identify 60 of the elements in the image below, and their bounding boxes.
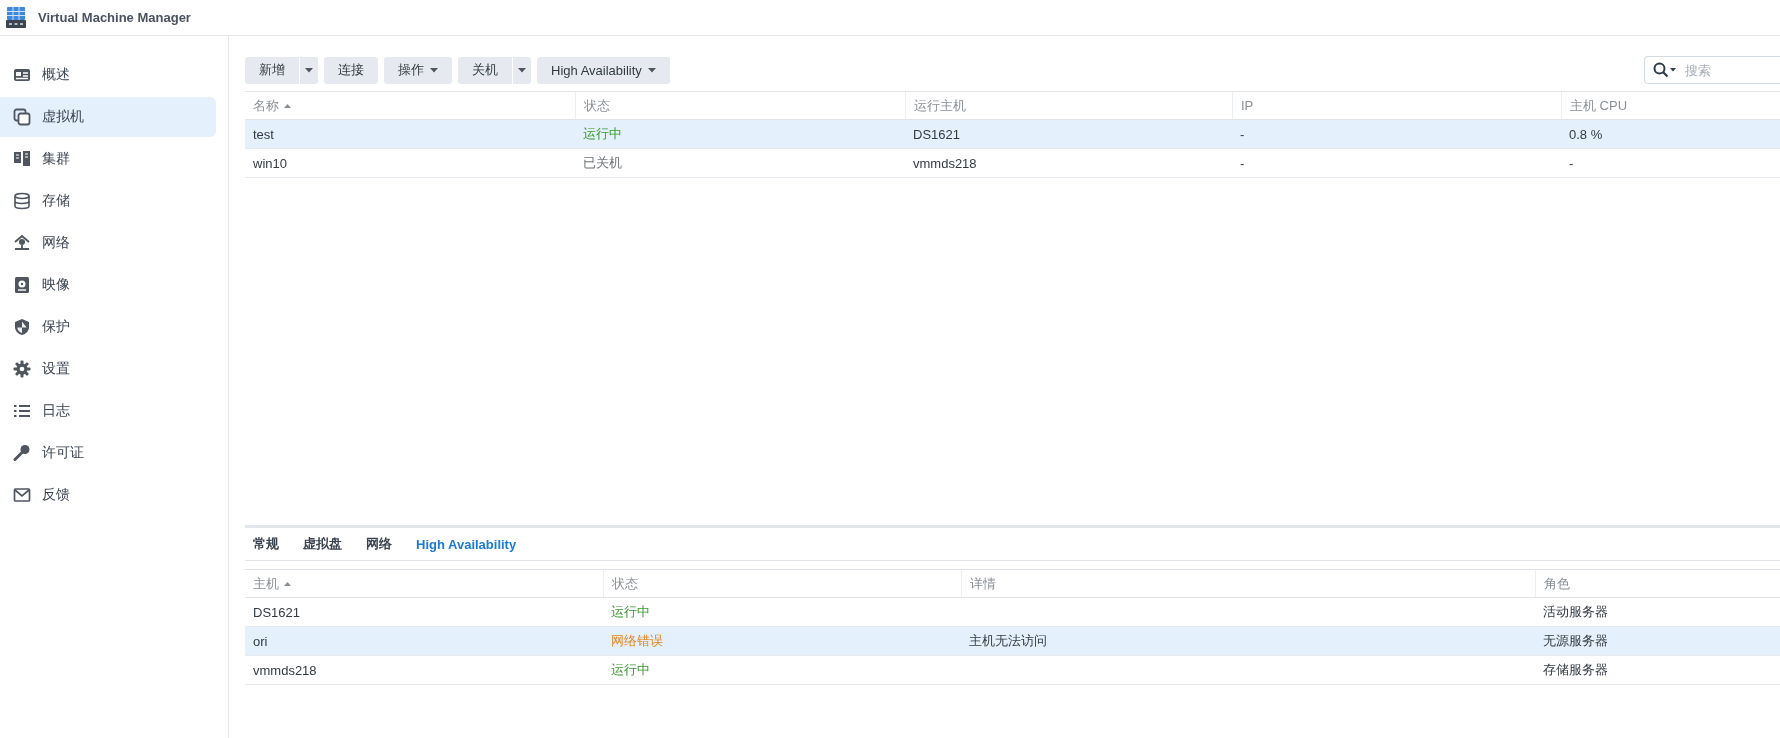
shield-icon xyxy=(13,318,31,336)
caret-icon xyxy=(518,67,526,73)
table-cell: win10 xyxy=(245,149,575,178)
caret-icon xyxy=(305,67,313,73)
list-icon xyxy=(13,402,31,420)
table-cell: - xyxy=(1232,149,1561,178)
table-cell: DS1621 xyxy=(905,120,1232,149)
table-cell: test xyxy=(245,120,575,149)
sidebar-item[interactable]: 存储 xyxy=(0,181,216,221)
table-cell: 运行中 xyxy=(575,120,905,149)
app-logo-icon xyxy=(6,6,26,29)
table-cell: ori xyxy=(245,627,603,656)
database-icon xyxy=(13,192,31,210)
sidebar-item[interactable]: 反馈 xyxy=(0,475,216,515)
tab[interactable]: 网络 xyxy=(366,527,392,561)
sort-arrow-icon xyxy=(284,103,291,108)
sidebar-item[interactable]: 日志 xyxy=(0,391,216,431)
caret-icon xyxy=(647,67,656,73)
window-title: Virtual Machine Manager xyxy=(38,10,191,25)
gear-icon xyxy=(13,360,31,378)
envelope-icon xyxy=(13,486,31,504)
table-cell: 0.8 % xyxy=(1561,120,1780,149)
dropdown-button[interactable] xyxy=(513,56,531,84)
toolbar-button[interactable]: 连接 xyxy=(324,56,378,84)
sidebar-item[interactable]: 设置 xyxy=(0,349,216,389)
table-cell: 主机无法访问 xyxy=(961,627,1535,656)
sidebar-item[interactable]: 网络 xyxy=(0,223,216,263)
toolbar-button[interactable]: 关机 xyxy=(458,56,512,84)
table-cell: vmmds218 xyxy=(245,656,603,685)
sort-arrow-icon xyxy=(284,581,291,586)
tab[interactable]: High Availability xyxy=(416,527,517,561)
table-cell: - xyxy=(1561,149,1780,178)
table-cell: vmmds218 xyxy=(905,149,1232,178)
sidebar-item[interactable]: 概述 xyxy=(0,55,216,95)
menu-button[interactable]: High Availability xyxy=(537,56,670,84)
caret-icon xyxy=(430,67,438,73)
sidebar-item[interactable]: 映像 xyxy=(0,265,216,305)
table-cell: 网络错误 xyxy=(603,627,961,656)
table-cell: 存储服务器 xyxy=(1535,656,1780,685)
sidebar-item[interactable]: 许可证 xyxy=(0,433,216,473)
copy-icon xyxy=(13,108,31,126)
network-icon xyxy=(13,234,31,252)
toolbar-button[interactable]: 新增 xyxy=(245,56,299,84)
sidebar-item[interactable]: 保护 xyxy=(0,307,216,347)
dropdown-button[interactable] xyxy=(300,56,318,84)
search-icon[interactable] xyxy=(1653,62,1677,78)
table-cell: 已关机 xyxy=(575,149,905,178)
tab[interactable]: 虚拟盘 xyxy=(303,527,342,561)
table-cell: - xyxy=(1232,120,1561,149)
key-icon xyxy=(13,444,31,462)
id-card-icon xyxy=(13,66,31,84)
sidebar-item[interactable]: 虚拟机 xyxy=(0,97,216,137)
table-cell: 运行中 xyxy=(603,656,961,685)
server-rack-icon xyxy=(13,150,31,168)
tab[interactable]: 常规 xyxy=(253,527,279,561)
sidebar-item[interactable]: 集群 xyxy=(0,139,216,179)
table-cell: 无源服务器 xyxy=(1535,627,1780,656)
menu-button[interactable]: 操作 xyxy=(384,56,452,84)
disk-image-icon xyxy=(13,276,31,294)
search-field[interactable]: 搜索 xyxy=(1644,56,1780,84)
